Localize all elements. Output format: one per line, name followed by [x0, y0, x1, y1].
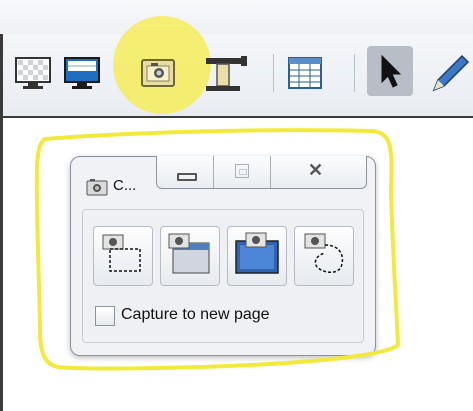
minimize-icon — [177, 173, 197, 181]
insert-table-button[interactable] — [285, 50, 325, 96]
screen-shade-icon — [64, 57, 100, 89]
toolbar-separator — [273, 54, 274, 92]
area-capture-button[interactable] — [93, 226, 153, 286]
transparent-screen-icon — [15, 57, 51, 89]
maximize-button[interactable] — [214, 156, 271, 188]
freehand-capture-button[interactable] — [294, 226, 354, 286]
capture-to-new-page-label: Capture to new page — [121, 306, 270, 323]
minimize-button[interactable] — [157, 156, 214, 188]
window-caption-buttons: ✕ — [156, 156, 367, 189]
camera-icon — [86, 178, 108, 196]
pointer-icon — [381, 54, 402, 88]
table-icon — [288, 57, 322, 89]
top-strip — [0, 0, 473, 34]
pen-button[interactable] — [426, 50, 470, 96]
toolbar-separator — [354, 54, 355, 92]
select-pointer-button[interactable] — [367, 46, 413, 96]
capture-window: C... ✕ Capture to new page — [70, 156, 376, 356]
freehand-capture-icon — [304, 233, 344, 273]
transparent-screen-button[interactable] — [14, 50, 54, 96]
fullscreen-capture-button[interactable] — [227, 226, 287, 286]
screen-capture-button[interactable] — [139, 50, 179, 96]
rectangle-capture-icon — [102, 234, 141, 272]
pen-icon — [432, 54, 470, 92]
window-capture-icon — [168, 233, 210, 274]
close-button[interactable]: ✕ — [271, 156, 366, 188]
window-capture-button[interactable] — [160, 226, 220, 286]
maximize-icon — [235, 164, 249, 178]
camera-icon — [141, 59, 175, 87]
capture-window-title: C... — [113, 177, 137, 194]
close-icon: ✕ — [308, 160, 324, 180]
capture-options-panel: Capture to new page — [82, 209, 364, 343]
spotlight-tool-button[interactable] — [203, 50, 247, 96]
capture-to-new-page-checkbox[interactable] — [95, 306, 115, 326]
screen-shade-button[interactable] — [62, 50, 102, 96]
fullscreen-capture-icon — [235, 232, 279, 274]
spotlight-icon — [206, 56, 247, 91]
